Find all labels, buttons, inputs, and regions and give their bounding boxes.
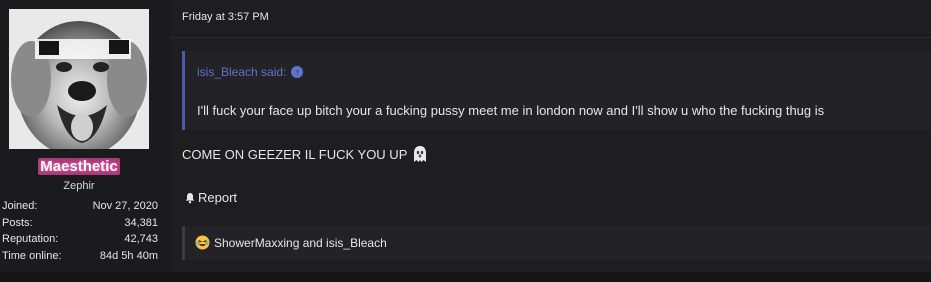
stat-reputation: Reputation: 42,743 <box>2 231 158 248</box>
stat-value: 42,743 <box>124 233 158 245</box>
post-pointer <box>170 9 178 25</box>
arrow-up-circle-icon[interactable]: ↑ <box>291 66 304 78</box>
reactions-bar[interactable]: ShowerMaxxing and isis_Bleach <box>182 226 931 260</box>
user-title: Zephir <box>63 180 95 192</box>
reactions-summary[interactable]: ShowerMaxxing and isis_Bleach <box>195 235 387 250</box>
ghost-icon <box>414 146 427 162</box>
dog-avatar-image <box>9 9 149 149</box>
quote-text: I'll fuck your face up bitch your a fuck… <box>197 103 825 118</box>
post-footer-gap <box>0 272 931 282</box>
laughing-emoji-icon <box>195 235 210 250</box>
stat-posts: Posts: 34,381 <box>2 215 158 232</box>
user-stats: Joined: Nov 27, 2020 Posts: 34,381 Reput… <box>2 198 158 264</box>
quote-author[interactable]: isis_Bleach said: <box>197 65 286 79</box>
divider <box>170 37 931 38</box>
message-body: COME ON GEEZER IL FUCK YOU UP <box>182 145 428 163</box>
quote-block: isis_Bleach said: ↑ I'll fuck your face … <box>182 51 931 130</box>
stat-joined: Joined: Nov 27, 2020 <box>2 198 158 215</box>
post-content: Friday at 3:57 PM isis_Bleach said: ↑ I'… <box>170 0 931 272</box>
stat-label: Joined: <box>2 200 38 212</box>
reactions-users[interactable]: ShowerMaxxing and isis_Bleach <box>214 236 387 250</box>
bell-icon <box>185 192 195 203</box>
stat-time-online: Time online: 84d 5h 40m <box>2 248 158 265</box>
stat-value: 34,381 <box>124 216 158 229</box>
stat-value: Nov 27, 2020 <box>92 200 158 212</box>
report-label[interactable]: Report <box>198 190 237 205</box>
stat-value: 84d 5h 40m <box>99 249 158 262</box>
stat-label: Reputation: <box>2 233 59 245</box>
post-date[interactable]: Friday at 3:57 PM <box>182 11 269 23</box>
avatar[interactable] <box>9 9 149 149</box>
username-text[interactable]: Maesthetic <box>38 158 120 175</box>
username[interactable]: Maesthetic <box>0 158 158 175</box>
quote-header[interactable]: isis_Bleach said: ↑ <box>197 65 304 79</box>
stat-label: Posts: <box>2 216 33 229</box>
stat-label: Time online: <box>2 249 62 262</box>
report-link[interactable]: Report <box>184 190 237 205</box>
message-text: COME ON GEEZER IL FUCK YOU UP <box>182 146 408 162</box>
post-container: Maesthetic Zephir Joined: Nov 27, 2020 P… <box>0 0 931 272</box>
user-info-panel: Maesthetic Zephir Joined: Nov 27, 2020 P… <box>0 0 170 272</box>
